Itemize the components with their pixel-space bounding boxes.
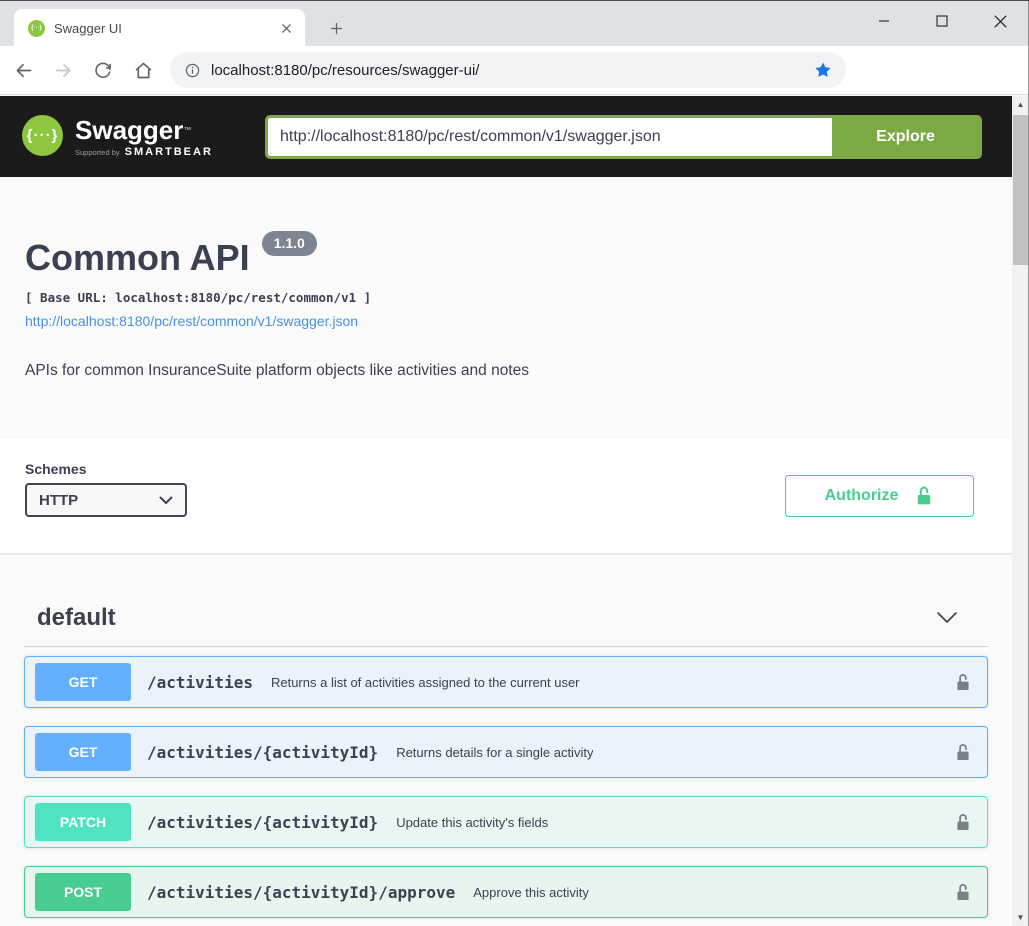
api-title: Common API: [25, 237, 250, 279]
spec-json-link[interactable]: http://localhost:8180/pc/rest/common/v1/…: [25, 313, 358, 329]
back-icon[interactable]: [6, 53, 40, 87]
page-info-icon[interactable]: [184, 62, 201, 79]
operation-path: /activities/{activityId}/approve: [147, 883, 455, 902]
scheme-container: Schemes HTTP Authorize: [0, 438, 1012, 553]
operation-summary: Approve this activity: [473, 885, 589, 900]
operation-summary: Returns details for a single activity: [396, 745, 593, 760]
scroll-up-icon[interactable]: ▲: [1012, 96, 1029, 113]
auth-lock-icon[interactable]: [954, 742, 972, 763]
supported-by-label: Supported by: [75, 148, 120, 157]
schemes-label: Schemes: [25, 461, 187, 477]
window-close-button[interactable]: [971, 1, 1029, 41]
swagger-logo[interactable]: {···} Swagger™ Supported by SMARTBEAR: [22, 115, 213, 158]
operation-row[interactable]: GET/activities/{activityId} Returns detai…: [24, 726, 988, 778]
authorize-label: Authorize: [825, 487, 899, 505]
operation-summary: Update this activity's fields: [396, 815, 548, 830]
reload-icon[interactable]: [86, 53, 120, 87]
swagger-tm: ™: [183, 126, 191, 135]
method-badge: GET: [35, 733, 131, 771]
operation-path: /activities/{activityId}: [147, 743, 378, 762]
browser-toolbar: localhost:8180/pc/resources/swagger-ui/: [0, 46, 1029, 95]
auth-lock-icon[interactable]: [954, 882, 972, 903]
auth-lock-icon[interactable]: [954, 812, 972, 833]
page-viewport: {···} Swagger™ Supported by SMARTBEAR Ex…: [0, 96, 1012, 926]
tab-title: Swagger UI: [54, 21, 277, 36]
chevron-down-icon: [159, 496, 173, 505]
scroll-down-icon[interactable]: ▼: [1012, 909, 1029, 926]
swagger-topbar: {···} Swagger™ Supported by SMARTBEAR Ex…: [0, 96, 1012, 177]
unlock-icon: [914, 485, 934, 507]
api-info-section: Common API 1.1.0 [ Base URL: localhost:8…: [0, 177, 1012, 438]
authorize-button[interactable]: Authorize: [785, 475, 974, 517]
window-maximize-button[interactable]: [913, 1, 971, 41]
browser-tabstrip: {···} Swagger UI: [0, 0, 1029, 46]
address-bar[interactable]: localhost:8180/pc/resources/swagger-ui/: [170, 52, 846, 88]
new-tab-button[interactable]: [323, 15, 349, 41]
explore-button[interactable]: Explore: [832, 118, 979, 156]
window-minimize-button[interactable]: [855, 1, 913, 41]
section-chevron-down-icon[interactable]: [936, 611, 958, 625]
window-controls: [855, 1, 1029, 41]
operation-path: /activities/{activityId}: [147, 813, 378, 832]
api-version-badge: 1.1.0: [262, 231, 317, 256]
tag-title: default: [37, 604, 936, 632]
operations-wrapper: default GET/activities Returns a list of …: [0, 589, 1012, 918]
method-badge: PATCH: [35, 803, 131, 841]
schemes-selected-value: HTTP: [39, 492, 159, 509]
api-description: APIs for common InsuranceSuite platform …: [25, 362, 987, 380]
spec-url-group: Explore: [265, 115, 982, 159]
operation-path: /activities: [147, 673, 253, 692]
swagger-logo-icon: {···}: [22, 115, 63, 156]
url-text[interactable]: localhost:8180/pc/resources/swagger-ui/: [211, 62, 810, 79]
auth-lock-icon[interactable]: [954, 672, 972, 693]
scrollbar[interactable]: ▲ ▼: [1012, 96, 1029, 926]
swagger-favicon-icon: {···}: [28, 20, 45, 37]
operation-row[interactable]: POST/activities/{activityId}/approve Appr…: [24, 866, 988, 918]
spec-url-input[interactable]: [268, 118, 832, 156]
method-badge: GET: [35, 663, 131, 701]
operations-list: GET/activities Returns a list of activiti…: [24, 656, 988, 918]
schemes-select[interactable]: HTTP: [25, 483, 187, 517]
tag-header-default[interactable]: default: [24, 589, 988, 647]
base-url: [ Base URL: localhost:8180/pc/rest/commo…: [25, 290, 987, 305]
scrollbar-thumb[interactable]: [1013, 115, 1028, 265]
smartbear-brand: SMARTBEAR: [125, 146, 213, 158]
method-badge: POST: [35, 873, 131, 911]
operation-summary: Returns a list of activities assigned to…: [271, 675, 580, 690]
swagger-logo-name: Swagger: [75, 115, 183, 145]
bookmark-star-icon[interactable]: [810, 57, 836, 83]
home-icon[interactable]: [126, 53, 160, 87]
browser-tab[interactable]: {···} Swagger UI: [14, 9, 305, 47]
operation-row[interactable]: PATCH/activities/{activityId} Update this…: [24, 796, 988, 848]
operation-row[interactable]: GET/activities Returns a list of activiti…: [24, 656, 988, 708]
tab-close-icon[interactable]: [277, 19, 295, 37]
forward-icon[interactable]: [46, 53, 80, 87]
